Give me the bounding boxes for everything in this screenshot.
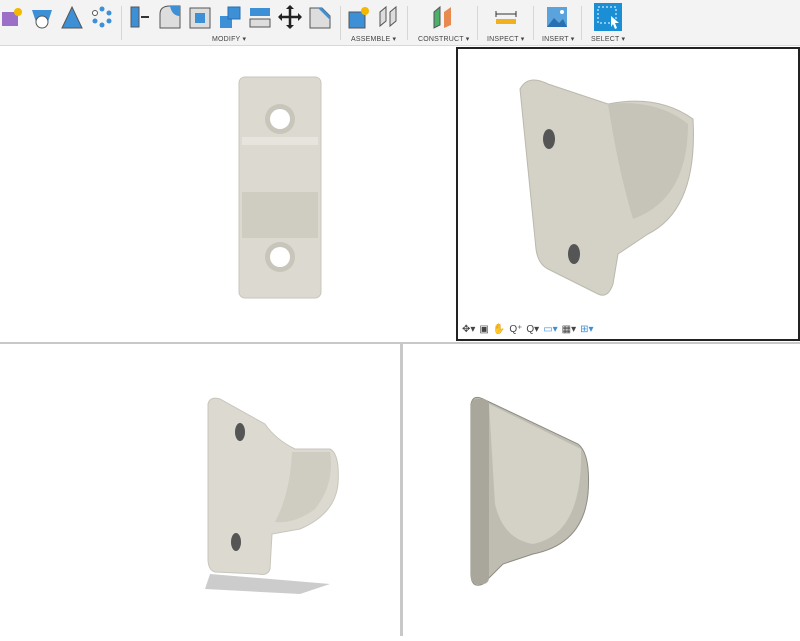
press-pull-icon[interactable]	[128, 4, 152, 30]
insert-menu[interactable]: INSERT ▾	[542, 35, 574, 43]
assemble-menu[interactable]: ASSEMBLE ▾	[351, 35, 396, 43]
modify-menu[interactable]: MODIFY ▾	[212, 35, 246, 43]
fit-icon[interactable]: Q▾	[526, 324, 539, 335]
viewport-perspective-active[interactable]: ✥▾ ▣ ✋ Q⁺ Q▾ ▭▾ ▦▾ ⊞▾	[456, 47, 800, 341]
separator	[581, 6, 582, 40]
inspect-menu[interactable]: INSPECT ▾	[487, 35, 524, 43]
look-at-icon[interactable]: ▣	[479, 324, 488, 335]
grid-settings-icon[interactable]: ▦▾	[562, 324, 576, 335]
measure-icon[interactable]	[494, 4, 518, 30]
navigation-bar: ✥▾ ▣ ✋ Q⁺ Q▾ ▭▾ ▦▾ ⊞▾	[462, 324, 594, 335]
part-side-view	[470, 396, 589, 586]
offset-plane-icon[interactable]	[431, 4, 455, 30]
part-top-view	[238, 76, 322, 299]
pan-icon[interactable]: ✋	[493, 324, 505, 335]
move-icon[interactable]	[278, 4, 302, 30]
viewport-front[interactable]	[0, 344, 400, 636]
cone-icon[interactable]	[60, 4, 84, 30]
separator	[121, 6, 122, 40]
chamfer-icon[interactable]	[308, 4, 332, 30]
display-settings-icon[interactable]: ▭▾	[543, 324, 557, 335]
combine-icon[interactable]	[218, 4, 242, 30]
fillet-icon[interactable]	[158, 4, 182, 30]
separator	[533, 6, 534, 40]
separator	[407, 6, 408, 40]
joint-icon[interactable]	[377, 4, 401, 30]
split-body-icon[interactable]	[248, 4, 272, 30]
separator	[477, 6, 478, 40]
viewports-icon[interactable]: ⊞▾	[580, 324, 593, 335]
part-front-view	[205, 397, 339, 594]
toolbar: MODIFY ▾ ASSEMBLE ▾ CONSTRUCT ▾ INSPECT …	[0, 0, 800, 46]
construct-menu[interactable]: CONSTRUCT ▾	[418, 35, 469, 43]
insert-image-icon[interactable]	[545, 4, 569, 30]
part-iso-view	[519, 79, 694, 296]
select-menu[interactable]: SELECT ▾	[591, 35, 625, 43]
select-icon[interactable]	[594, 3, 622, 31]
zoom-icon[interactable]: Q⁺	[509, 324, 522, 335]
create-form-icon[interactable]	[0, 4, 24, 30]
shell-icon[interactable]	[188, 4, 212, 30]
viewport-right[interactable]	[403, 344, 800, 636]
new-component-icon[interactable]	[347, 4, 371, 30]
orbit-icon[interactable]: ✥▾	[462, 324, 475, 335]
viewport-top[interactable]	[0, 47, 455, 342]
pattern-icon[interactable]	[90, 4, 114, 30]
separator	[340, 6, 341, 40]
hole-icon[interactable]	[30, 4, 54, 30]
